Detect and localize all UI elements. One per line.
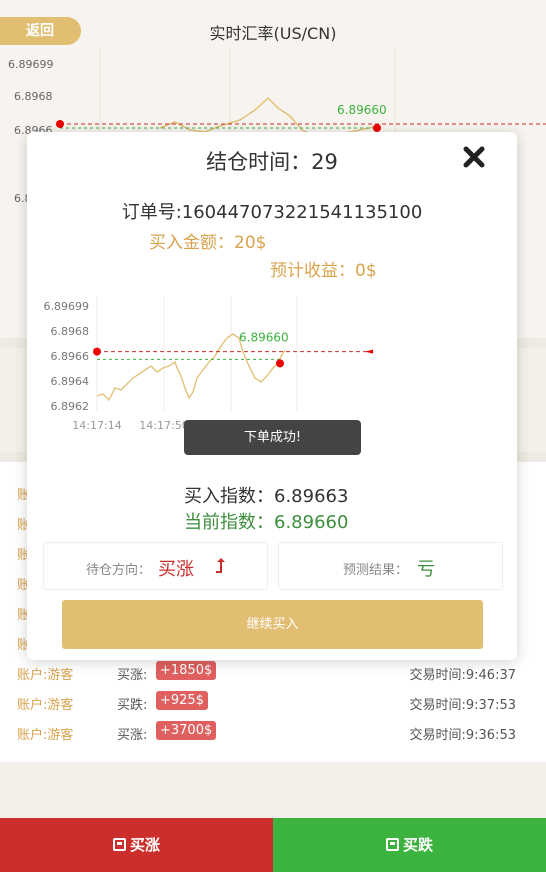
- trade-direction: 买跌:: [117, 698, 148, 713]
- buy-up-button[interactable]: 买涨: [0, 818, 273, 872]
- trade-row: 账户:游客 买跌: +925$ 交易时间:9:37:53: [0, 690, 546, 716]
- trade-time: 交易时间:9:36:53: [409, 728, 517, 743]
- x-tick-label: 14:17:14: [72, 419, 121, 432]
- y-tick-label: 6.8968: [51, 325, 90, 338]
- trade-direction: 买涨:: [117, 668, 148, 683]
- arrow-down-box-icon: [385, 838, 399, 851]
- trade-account: 账户:游客: [17, 668, 74, 683]
- modal-title: 结仓时间：29: [27, 146, 517, 176]
- result-box: 预测结果： 亏: [278, 542, 503, 590]
- arrow-up-icon: [216, 558, 225, 573]
- last-value-label: 6.89660: [239, 331, 289, 345]
- bottom-action-bar: 买涨 买跌: [0, 818, 546, 872]
- trade-amount-badge: +3700$: [156, 721, 217, 740]
- y-tick-label: 6.89699: [44, 300, 90, 313]
- buy-index: 买入指数：6.89663: [184, 486, 349, 507]
- bg-buy-dot: [56, 120, 64, 128]
- trade-amount-badge: +925$: [156, 691, 208, 710]
- buy-down-label: 买跌: [402, 836, 433, 854]
- current-index: 当前指数：6.89660: [184, 512, 349, 533]
- result-label: 预测结果：: [343, 563, 409, 578]
- bg-y-tick: 6.8968: [14, 90, 53, 103]
- trade-account: 账户:游客: [17, 698, 74, 713]
- direction-box: 待仓方向： 买涨: [43, 542, 268, 590]
- page-title: 实时汇率(US/CN): [209, 24, 337, 43]
- bg-cur-dot: [373, 124, 381, 132]
- y-tick-label: 6.8962: [51, 400, 90, 413]
- buy-down-button[interactable]: 买跌: [273, 818, 546, 872]
- direction-label: 待仓方向：: [86, 563, 152, 578]
- x-tick-label: 14:17:50: [139, 419, 188, 432]
- countdown-label: 结仓时间：: [206, 150, 312, 174]
- line-end-marker: [365, 349, 373, 354]
- buy-amount: 买入金额：20$: [149, 233, 267, 253]
- continue-buy-button[interactable]: 继续买入: [62, 600, 483, 649]
- trade-row: 账户:游客 买涨: +1850$ 交易时间:9:46:37: [0, 660, 546, 686]
- result-value: 亏: [417, 559, 435, 580]
- order-number: 订单号:1604470732215411351​00: [121, 202, 423, 223]
- arrow-up-box-icon: [112, 838, 126, 851]
- trade-time: 交易时间:9:46:37: [409, 668, 517, 683]
- direction-value: 买涨: [158, 559, 194, 580]
- trade-row: 账户:游客 买涨: +3700$ 交易时间:9:36:53: [0, 720, 546, 746]
- close-icon[interactable]: [463, 146, 485, 168]
- buy-point-dot: [93, 347, 101, 356]
- bg-y-tick: 6.89699: [8, 58, 54, 71]
- bg-last-value-label: 6.89660: [337, 103, 387, 117]
- success-toast: 下单成功!: [184, 420, 361, 455]
- trade-direction: 买涨:: [117, 728, 148, 743]
- buy-up-label: 买涨: [129, 836, 160, 854]
- trade-amount-badge: +1850$: [156, 661, 217, 680]
- trade-account: 账户:游客: [17, 728, 74, 743]
- close-position-modal: 结仓时间：29 订单号:1604470732215411351​00 买入金额：…: [27, 132, 517, 660]
- y-tick-label: 6.8964: [51, 375, 90, 388]
- current-point-dot: [276, 359, 284, 368]
- expected-profit: 预计收益：0$: [270, 261, 377, 281]
- countdown-value: 29: [311, 150, 338, 174]
- y-tick-label: 6.8966: [51, 350, 90, 363]
- trade-time: 交易时间:9:37:53: [409, 698, 517, 713]
